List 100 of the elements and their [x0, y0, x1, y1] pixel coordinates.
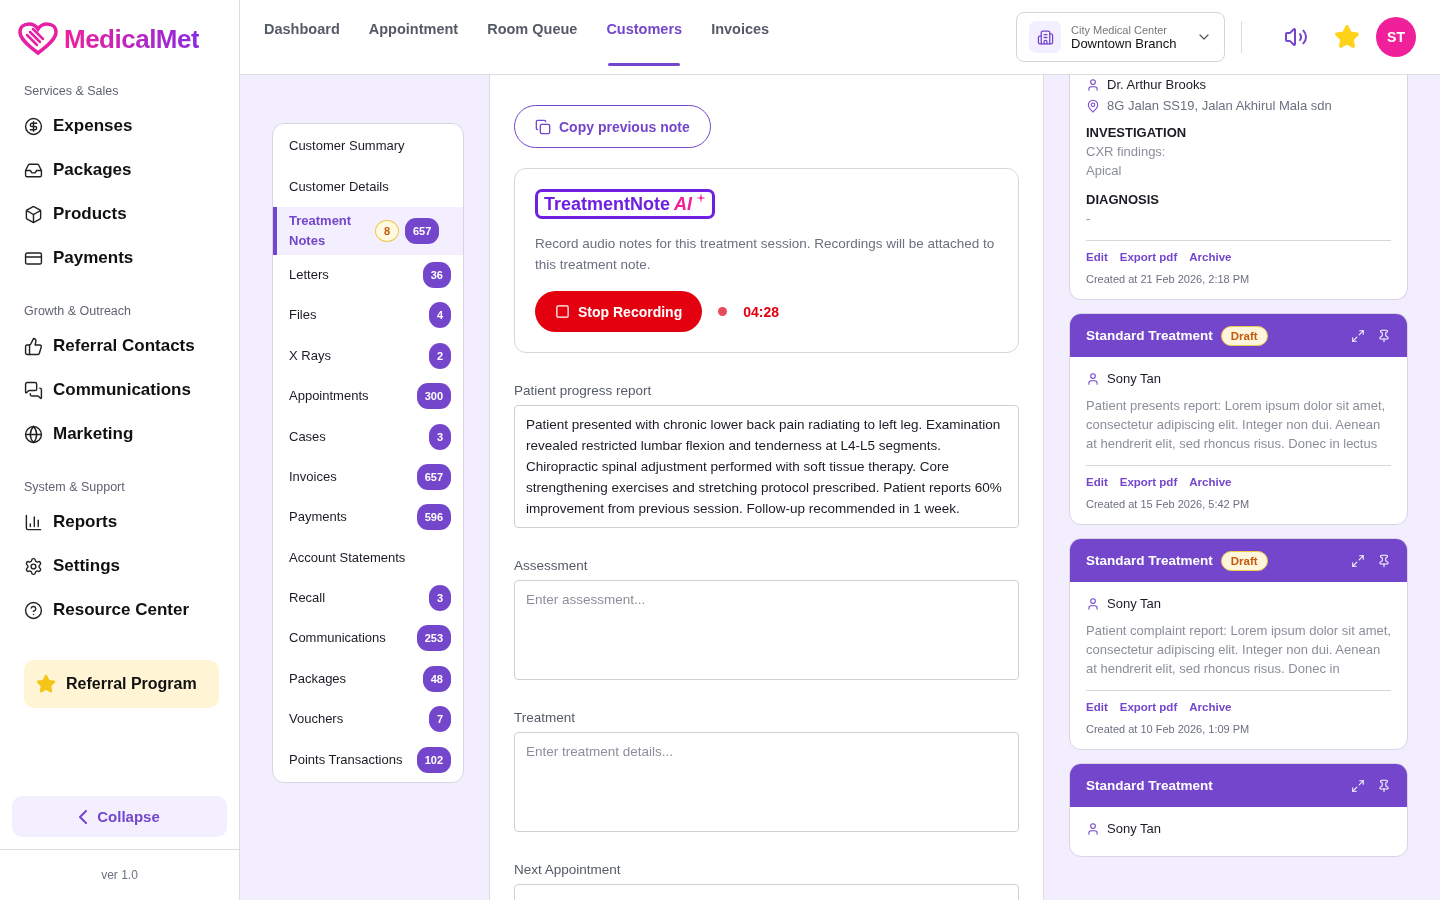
- note-text: Patient complaint report: Lorem ipsum dolor sit amet, consectetur adipiscing elit. Integer non dui. Aenean at hendrerit elit, sed rhoncus risus. Donec in: [1086, 622, 1391, 678]
- sidebar-item[interactable]: Reports: [0, 500, 239, 544]
- stop-square-icon: [555, 304, 570, 319]
- text-area[interactable]: Patient presented with chronic lower back pain radiating to left leg. Examination revealed restricted lumbar flexion and tenderness at L4-L5 segments. Chiropractic spinal adjustment performed with soft tissue therapy. Core strengthening exercises and stretching protocol prescribed. Patient reports 60% improvement from previous session. Follow-up recommended in 1 week.: [514, 405, 1019, 528]
- menu-item[interactable]: Communications 253: [273, 618, 463, 659]
- menu-item-label: Recall: [289, 589, 327, 608]
- field-label: Next Appointment: [514, 862, 622, 877]
- note-action-link[interactable]: Export pdf: [1119, 701, 1178, 713]
- sidebar-item[interactable]: Referral Contacts: [0, 324, 239, 368]
- note-action-link[interactable]: Export pdf: [1119, 476, 1178, 488]
- chevron-left-icon: [79, 809, 88, 824]
- sidebar-item[interactable]: Packages: [0, 148, 239, 192]
- sidebar-item[interactable]: Marketing: [0, 412, 239, 456]
- count-badge: 36: [422, 261, 451, 288]
- collapse-button[interactable]: Collapse: [12, 796, 227, 837]
- menu-item[interactable]: Invoices 657: [273, 456, 463, 498]
- nav-tab[interactable]: Appointment: [368, 0, 459, 75]
- menu-item[interactable]: Recall 3: [273, 577, 463, 619]
- created-date: Created at 10 Feb 2026, 1:09 PM: [1086, 723, 1251, 735]
- note-action-link[interactable]: Export pdf: [1119, 251, 1178, 263]
- field-label: Assessment: [514, 558, 589, 573]
- recording-timer: 04:28: [743, 303, 780, 320]
- address-text: 8G Jalan SS19, Jalan Akhirul Mala sdn: [1107, 98, 1332, 113]
- menu-item[interactable]: X Rays 2: [273, 335, 463, 376]
- recording-dot-icon: [718, 307, 728, 316]
- settings-icon: [24, 556, 43, 576]
- section-text: Apical: [1086, 162, 1123, 180]
- menu-item[interactable]: Treatment Notes 8 657: [273, 206, 463, 255]
- section-title: System & Support: [23, 480, 126, 494]
- menu-item[interactable]: Vouchers 7: [273, 699, 463, 740]
- menu-item[interactable]: Payments 596: [273, 497, 463, 538]
- sidebar-item[interactable]: Settings: [0, 544, 239, 588]
- note-text: Patient presents report: Lorem ipsum dolor sit amet, consectetur adipiscing elit. Integer non dui. Aenean at hendrerit elit, sed rhoncus risus. Donec in lectus: [1086, 397, 1387, 453]
- note-action-link[interactable]: Archive: [1189, 476, 1232, 488]
- sidebar-item[interactable]: Payments: [0, 236, 239, 280]
- organization-name: City Medical Center: [1071, 23, 1168, 36]
- menu-item[interactable]: Files 4: [273, 295, 463, 336]
- created-date: Created at 15 Feb 2026, 5:42 PM: [1086, 498, 1251, 510]
- menu-item-label: Account Statements: [289, 548, 407, 567]
- alert-count: 8: [375, 219, 399, 242]
- note-action-link[interactable]: Edit: [1086, 251, 1108, 263]
- nav-tab[interactable]: Invoices: [711, 0, 770, 75]
- person-name: Sony Tan: [1107, 596, 1161, 611]
- menu-item[interactable]: Customer Summary: [273, 126, 463, 167]
- sidebar-item[interactable]: Resource Center: [0, 588, 239, 632]
- count-badge: 102: [416, 746, 451, 773]
- pin-icon: [1377, 778, 1391, 793]
- heart-logo-icon: [18, 22, 58, 56]
- menu-item[interactable]: Cases 3: [273, 416, 463, 457]
- note-action-link[interactable]: Archive: [1189, 701, 1232, 713]
- copy-icon: [535, 118, 551, 135]
- menu-item-label: Payments: [289, 508, 348, 527]
- nav-tab[interactable]: Room Queue: [487, 0, 578, 75]
- menu-item-label: Letters: [289, 265, 330, 284]
- sidebar-item[interactable]: Communications: [0, 368, 239, 412]
- branch-name: Downtown Branch: [1071, 35, 1178, 51]
- field-label: Treatment: [514, 710, 577, 725]
- count-badge: 7: [428, 706, 451, 733]
- section-heading: DIAGNOSIS: [1086, 192, 1160, 207]
- count-badge: 3: [428, 423, 451, 450]
- section-text: -: [1086, 210, 1092, 228]
- pin-icon: [1377, 328, 1391, 343]
- pin-icon: [1377, 553, 1391, 568]
- bar-chart-icon: [24, 512, 43, 532]
- branch-selector[interactable]: City Medical Center Downtown Branch: [1016, 12, 1225, 62]
- menu-item[interactable]: Letters 36: [273, 254, 463, 296]
- person-name: Dr. Arthur Brooks: [1107, 77, 1206, 92]
- menu-item-label: Customer Summary: [289, 137, 406, 156]
- star-button[interactable]: [1334, 24, 1360, 50]
- speaker-button[interactable]: [1284, 25, 1308, 49]
- nav-tab[interactable]: Customers: [606, 0, 683, 75]
- person-icon: [1086, 821, 1100, 836]
- menu-item[interactable]: Packages 48: [273, 658, 463, 700]
- menu-item[interactable]: Account Statements: [273, 537, 463, 578]
- menu-item-label: Invoices: [289, 467, 338, 486]
- menu-item-label: X Rays: [289, 346, 332, 365]
- referral-program-button[interactable]: Referral Program: [24, 660, 219, 708]
- sidebar-item[interactable]: Products: [0, 192, 239, 236]
- menu-item[interactable]: Appointments 300: [273, 375, 463, 417]
- menu-item-label: Packages: [289, 669, 348, 688]
- building-icon: [1036, 28, 1054, 46]
- note-action-link[interactable]: Archive: [1189, 251, 1232, 263]
- field-label: Patient progress report: [514, 383, 653, 398]
- help-icon: [24, 600, 43, 620]
- chat-icon: [24, 380, 43, 400]
- stop-recording-button[interactable]: Stop Recording: [535, 291, 703, 332]
- note-action-link[interactable]: Edit: [1086, 701, 1108, 713]
- menu-item[interactable]: Customer Details: [273, 166, 463, 207]
- box-icon: [24, 204, 43, 224]
- user-avatar[interactable]: ST: [1376, 17, 1416, 57]
- menu-item-label: Files: [289, 306, 318, 325]
- sidebar-item[interactable]: Expenses: [0, 104, 239, 148]
- star-icon: [36, 674, 56, 694]
- menu-item[interactable]: Points Transactions 102: [273, 739, 463, 780]
- person-icon: [1086, 371, 1100, 386]
- nav-tab[interactable]: Dashboard: [264, 0, 340, 75]
- count-badge: 3: [428, 585, 451, 612]
- copy-note-button[interactable]: Copy previous note: [514, 105, 711, 148]
- note-action-link[interactable]: Edit: [1086, 476, 1108, 488]
- note-title: Standard Treatment: [1086, 553, 1213, 568]
